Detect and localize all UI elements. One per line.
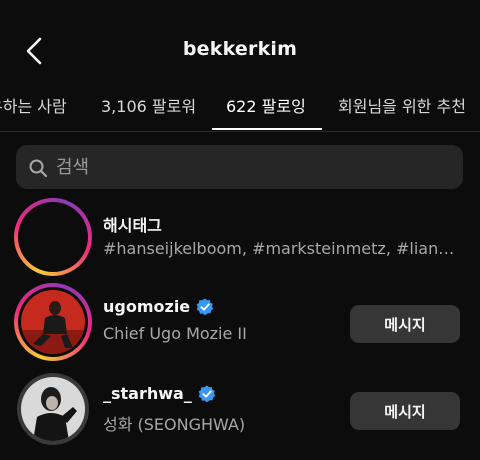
search-bar[interactable] (16, 145, 463, 189)
avatar-ring (17, 373, 89, 445)
search-icon (29, 159, 48, 178)
page-title: bekkerkim (182, 38, 298, 60)
profile-photo (21, 290, 85, 354)
username: _starhwa_ (103, 384, 192, 403)
verified-badge-icon (198, 385, 216, 402)
hashtag-icon (37, 219, 69, 255)
avatar-ring (14, 198, 92, 276)
list-item-user[interactable]: _starhwa_ 성화 (SEONGHWA) 메시지 (0, 370, 480, 460)
avatar[interactable] (21, 377, 85, 441)
subtitle: #hanseijkelboom, #marksteinmetz, #lianne… (103, 239, 458, 258)
search-input[interactable] (56, 145, 446, 189)
tab-mutual[interactable]: 우하는 사람 (0, 93, 67, 117)
verified-badge-icon (196, 298, 214, 315)
avatar (18, 202, 88, 272)
tab-following[interactable]: 622 팔로잉 (226, 93, 306, 117)
username: ugomozie (103, 297, 191, 316)
username: 해시태그 (103, 216, 162, 235)
name-line: ugomozie (103, 297, 214, 316)
profile-photo (21, 377, 85, 441)
name-line: 해시태그 (103, 212, 162, 236)
header: bekkerkim (0, 0, 480, 88)
name-line: _starhwa_ (103, 384, 216, 403)
avatar-ring (14, 283, 92, 361)
list-item-user[interactable]: ugomozie Chief Ugo Mozie II 메시지 (0, 283, 480, 373)
active-tab-indicator (212, 128, 322, 130)
tab-bar: 우하는 사람 3,106 팔로워 622 팔로잉 회원님을 위한 추천 (0, 88, 480, 132)
following-screen: bekkerkim 우하는 사람 3,106 팔로워 622 팔로잉 회원님을 … (0, 0, 480, 460)
avatar[interactable] (21, 290, 85, 354)
tab-followers[interactable]: 3,106 팔로워 (101, 93, 196, 117)
message-button[interactable]: 메시지 (350, 305, 460, 343)
tab-suggested[interactable]: 회원님을 위한 추천 (338, 93, 466, 117)
message-button[interactable]: 메시지 (350, 392, 460, 430)
avatar-border (18, 287, 88, 357)
list-item-hashtags[interactable]: 해시태그 #hanseijkelboom, #marksteinmetz, #l… (0, 198, 480, 288)
